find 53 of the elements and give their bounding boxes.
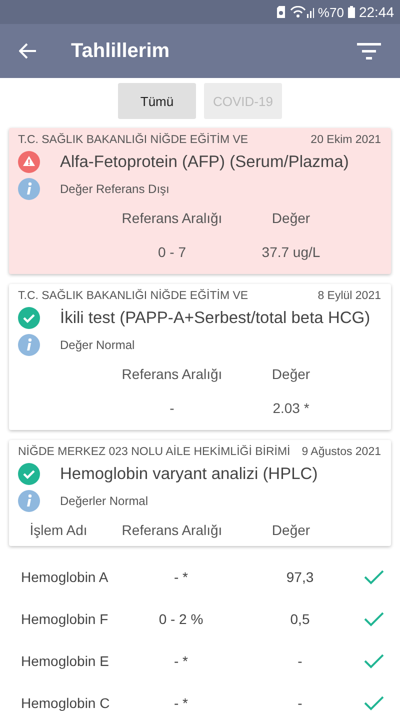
table-cell-text: Hemoglobin E	[20, 653, 110, 669]
column-header: Referans Aralığı	[120, 210, 224, 226]
result-card[interactable]: T.C. SAĞLIK BAKANLIĞI NİĞDE EĞİTİM VE 20 Ekim 2021 Alfa-Fetoprotein (AFP) (Serum/Plazma) Değer Referans Dışı Referans Aralığı Değer 0 - 7 37.7 ug/L	[9, 128, 391, 274]
table-cell-text: Hemoglobin A	[20, 569, 110, 585]
info-icon[interactable]	[18, 334, 40, 356]
result-note: Değer Referans Dışı	[60, 182, 170, 196]
table-cell-text: -	[296, 695, 304, 711]
info-icon[interactable]	[18, 178, 40, 200]
table-cell-text: 37.7 ug/L	[260, 244, 322, 260]
table-cell-text: -	[296, 653, 304, 669]
screen-title: Tahlillerim	[71, 40, 171, 62]
table-cell-text: Hemoglobin C	[20, 695, 111, 711]
column-header: Değer	[270, 210, 312, 226]
warning-icon	[18, 151, 40, 173]
table-cell-text: - *	[173, 695, 189, 711]
sim-card-icon	[276, 6, 286, 18]
result-date: 9 Ağustos 2021	[302, 446, 381, 458]
column-header: Referans Aralığı	[120, 522, 224, 538]
check-circle-icon	[18, 307, 40, 329]
column-header: Değer	[270, 522, 312, 538]
institution-name: T.C. SAĞLIK BAKANLIĞI NİĞDE EĞİTİM VE	[18, 134, 248, 146]
signal-icon	[290, 6, 314, 18]
result-note: Değerler Normal	[60, 494, 148, 508]
test-name: İkili test (PAPP-A+Serbest/total beta HCG)	[60, 308, 370, 328]
result-card[interactable]: T.C. SAĞLIK BAKANLIĞI NİĞDE EĞİTİM VE 8 Eylül 2021 İkili test (PAPP-A+Serbest/total beta HCG) Değer Normal Referans Aralığı Değer - 2.03 *	[9, 284, 391, 430]
institution-name: NİĞDE MERKEZ 023 NOLU AİLE HEKİMLİĞİ BİRİMİ	[18, 446, 290, 458]
table-cell-text: 2.03 *	[272, 400, 310, 416]
result-date: 20 Ekim 2021	[310, 134, 381, 146]
filter-tab[interactable]: Tümü	[118, 83, 196, 119]
table-cell-text: 0 - 7	[156, 244, 187, 260]
clock: 22:44	[358, 4, 394, 20]
result-card[interactable]: NİĞDE MERKEZ 023 NOLU AİLE HEKİMLİĞİ BİRİMİ 9 Ağustos 2021 Hemoglobin varyant analizi (HPLC) Değerler Normal İşlem Adı Referans Aralığı Değer	[9, 440, 391, 546]
battery-icon	[348, 6, 355, 18]
table-cell-text: 97,3	[285, 569, 315, 585]
table-cell-text: - *	[173, 653, 189, 669]
result-note: Değer Normal	[60, 338, 135, 352]
table-cell-text: -	[168, 400, 176, 416]
result-date: 8 Eylül 2021	[318, 290, 381, 302]
column-header: Değer	[270, 366, 312, 382]
column-header: Referans Aralığı	[120, 366, 224, 382]
battery-percent: %70	[318, 4, 344, 20]
table-cell-text: - *	[173, 569, 189, 585]
test-name: Alfa-Fetoprotein (AFP) (Serum/Plazma)	[60, 152, 349, 172]
test-name: Hemoglobin varyant analizi (HPLC)	[60, 464, 318, 484]
filter-icon[interactable]	[357, 42, 381, 60]
back-arrow-icon[interactable]	[19, 43, 37, 59]
info-icon[interactable]	[18, 490, 40, 512]
table-cell-text: Hemoglobin F	[20, 611, 110, 627]
institution-name: T.C. SAĞLIK BAKANLIĞI NİĞDE EĞİTİM VE	[18, 290, 248, 302]
table-cell-text: 0,5	[289, 611, 311, 627]
column-header: İşlem Adı	[28, 522, 88, 538]
check-circle-icon	[18, 463, 40, 485]
table-cell-text: 0 - 2 %	[158, 611, 204, 627]
